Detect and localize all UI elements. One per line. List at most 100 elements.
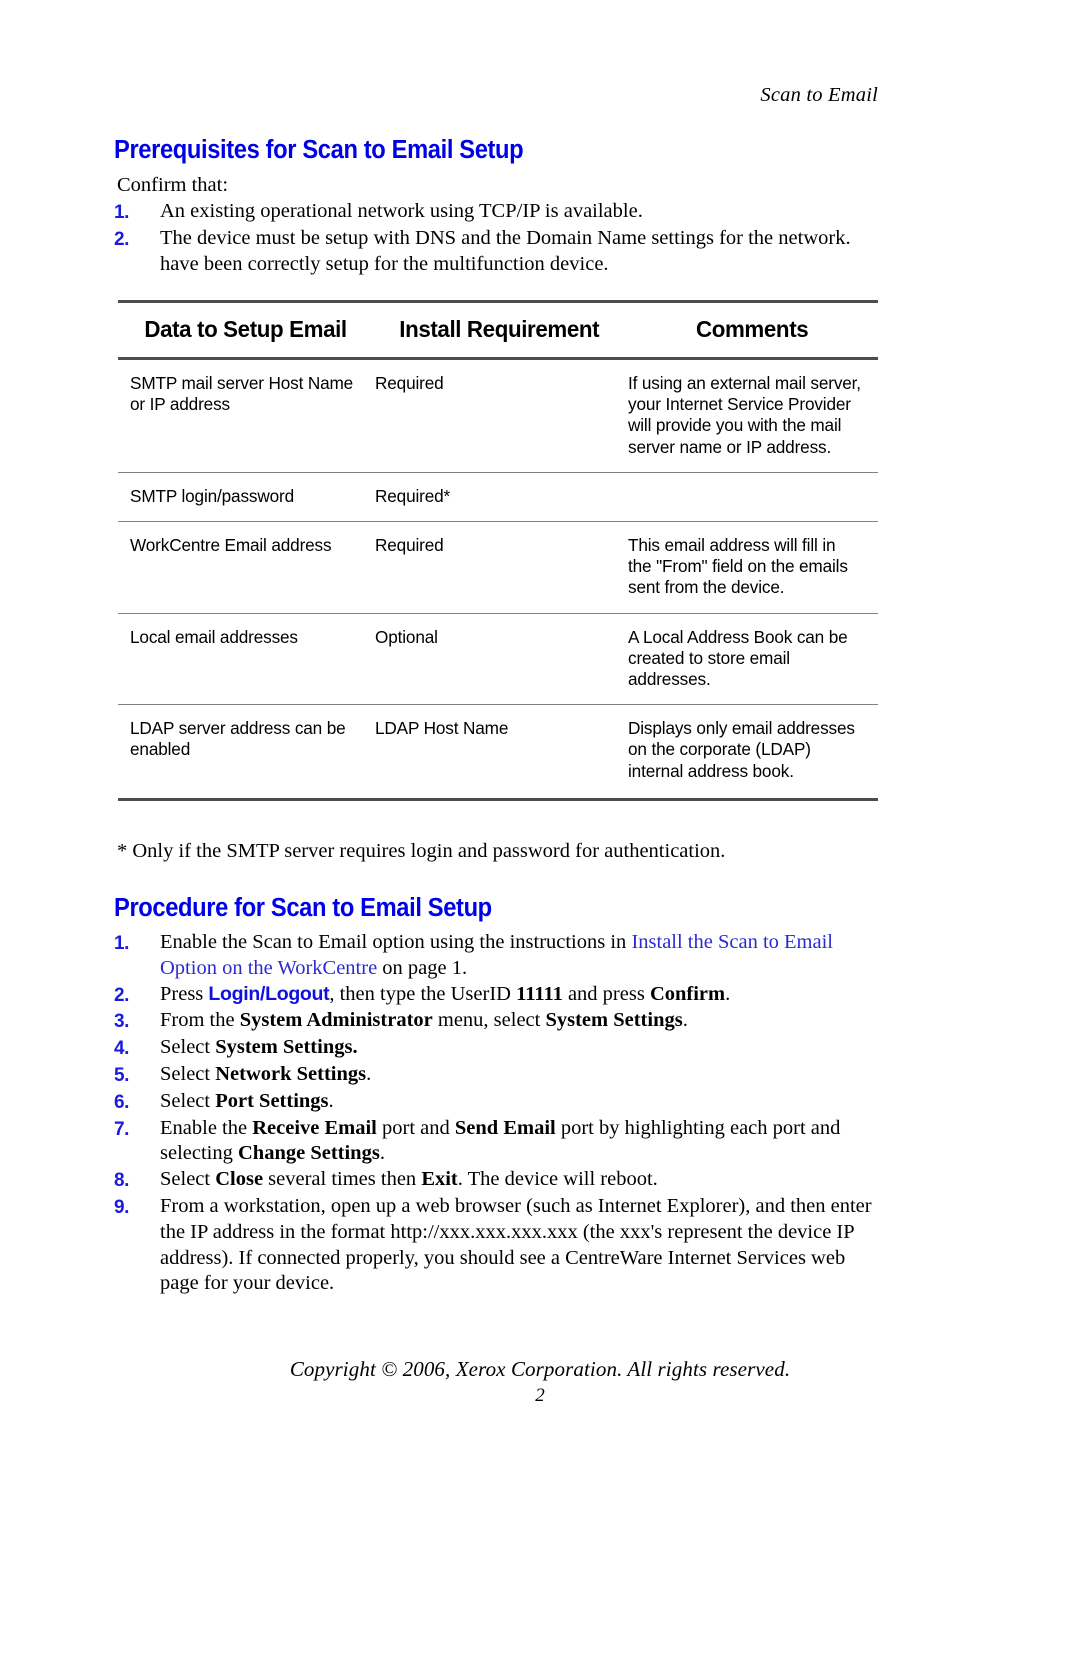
procedure-step-5: 5. Select Network Settings. (114, 1062, 886, 1089)
ui-value-userid: 11111 (516, 982, 563, 1005)
table-body: SMTP mail server Host Name or IP address… (118, 358, 878, 801)
section-heading-prerequisites: Prerequisites for Scan to Email Setup (114, 136, 524, 164)
ui-menu-system-settings: System Settings (545, 1009, 683, 1032)
step-text-part: Enable the (160, 1116, 253, 1139)
list-marker: 4. (114, 1038, 129, 1060)
step-text-part: , then type the UserID (329, 982, 517, 1005)
step-text-part: Select (160, 1062, 216, 1085)
table-header-row: Data to Setup Email Install Requirement … (118, 300, 878, 360)
prerequisites-intro: Confirm that: (117, 174, 229, 196)
cell-requirement: Required (373, 358, 626, 473)
cell-requirement: LDAP Host Name (373, 704, 626, 801)
list-item: 2. The device must be setup with DNS and… (114, 226, 886, 278)
procedure-step-text: Select System Settings. (160, 1035, 886, 1061)
step-text-part: menu, select (432, 1009, 546, 1032)
column-header-label: Install Requirement (399, 316, 600, 342)
table-header: Data to Setup Email Install Requirement … (118, 300, 878, 360)
procedure-step-text: From a workstation, open up a web browse… (160, 1194, 872, 1295)
procedure-step-4: 4. Select System Settings. (114, 1035, 886, 1062)
list-marker: 5. (114, 1064, 129, 1086)
step-text-part: several times then (263, 1168, 422, 1191)
setup-data-table-container: Data to Setup Email Install Requirement … (118, 300, 878, 801)
list-marker: 9. (114, 1196, 129, 1218)
list-marker: 1. (114, 202, 129, 223)
step-text-part: . (379, 1142, 385, 1165)
footer-page-number: 2 (535, 1385, 545, 1406)
step-text-part: Select (160, 1089, 216, 1112)
step-text-part: on page 1. (377, 956, 468, 979)
step-text-part: . (366, 1062, 372, 1085)
procedure-step-text: From the System Administrator menu, sele… (160, 1008, 886, 1034)
running-header: Scan to Email (760, 84, 878, 106)
cell-comments: This email address will fill in the "Fro… (626, 521, 878, 614)
ui-button-close: Close (215, 1168, 264, 1191)
procedure-step-8: 8. Select Close several times then Exit.… (114, 1167, 886, 1194)
procedure-step-text: Select Network Settings. (160, 1062, 886, 1088)
list-item-text: The device must be setup with DNS and th… (160, 226, 851, 275)
column-header-data-to-setup-email: Data to Setup Email (118, 300, 373, 360)
cell-data: SMTP login/password (118, 472, 373, 523)
step-text-part: Enable the Scan to Email option using th… (160, 931, 632, 953)
table-row: SMTP login/password Required* (118, 472, 878, 523)
ui-menu-port-settings: Port Settings (215, 1089, 329, 1112)
procedure-step-9: 9. From a workstation, open up a web bro… (114, 1194, 886, 1297)
step-text-part: . (725, 982, 731, 1005)
ui-key-login-logout: Login/Logout (208, 982, 330, 1005)
cell-requirement: Required (373, 521, 626, 614)
ui-button-confirm: Confirm (649, 982, 726, 1005)
table-row: WorkCentre Email address Required This e… (118, 521, 878, 614)
list-marker: 1. (114, 933, 129, 954)
ui-menu-system-administrator: System Administrator (239, 1009, 433, 1032)
ui-port-receive-email: Receive Email (252, 1116, 377, 1139)
table-footnote: * Only if the SMTP server requires login… (117, 840, 726, 862)
cell-comments: A Local Address Book can be created to s… (626, 613, 878, 706)
setup-data-table: Data to Setup Email Install Requirement … (118, 300, 878, 801)
list-item-text: An existing operational network using TC… (160, 200, 643, 222)
column-header-label: Comments (695, 316, 809, 342)
document-page: Scan to Email Prerequisites for Scan to … (0, 0, 1080, 1669)
procedure-step-text: Enable the Scan to Email option using th… (160, 930, 886, 982)
step-text-part: port and (376, 1116, 455, 1139)
step-text-part: Select (160, 1036, 216, 1059)
list-marker: 8. (114, 1170, 129, 1192)
ui-port-send-email: Send Email (454, 1116, 556, 1139)
ui-button-change-settings: Change Settings (238, 1142, 380, 1165)
step-text-part: Select (160, 1168, 216, 1191)
list-marker: 2. (114, 228, 129, 250)
procedure-step-text: Select Port Settings. (160, 1089, 886, 1115)
cell-requirement: Required* (373, 472, 626, 523)
procedure-step-1: 1. Enable the Scan to Email option using… (114, 930, 886, 982)
column-header-comments: Comments (626, 300, 878, 360)
table-row: LDAP server address can be enabled LDAP … (118, 704, 878, 801)
procedure-step-6: 6. Select Port Settings. (114, 1089, 886, 1116)
procedure-step-text: Enable the Receive Email port and Send E… (160, 1116, 886, 1168)
list-marker: 6. (114, 1091, 129, 1113)
procedure-list: 1. Enable the Scan to Email option using… (114, 930, 886, 1297)
cell-requirement: Optional (373, 613, 626, 706)
step-text-part: . (682, 1009, 688, 1032)
procedure-step-text: Select Close several times then Exit. Th… (160, 1167, 886, 1193)
cell-comments (626, 472, 878, 523)
step-text-part: From the (160, 1009, 240, 1032)
step-text-part: and press (562, 982, 650, 1005)
ui-menu-system-settings: System Settings. (215, 1036, 358, 1059)
procedure-step-text: Press Login/Logout, then type the UserID… (160, 982, 886, 1008)
column-header-label: Data to Setup Email (144, 316, 347, 342)
list-marker: 7. (114, 1118, 129, 1140)
list-marker: 2. (114, 984, 129, 1006)
procedure-step-2: 2. Press Login/Logout, then type the Use… (114, 982, 886, 1009)
footer-copyright: Copyright © 2006, Xerox Corporation. All… (289, 1357, 791, 1381)
cell-comments: If using an external mail server, your I… (626, 358, 878, 473)
cell-data: SMTP mail server Host Name or IP address (118, 358, 373, 473)
ui-menu-network-settings: Network Settings (215, 1062, 367, 1085)
list-marker: 3. (114, 1011, 129, 1033)
table-row: SMTP mail server Host Name or IP address… (118, 358, 878, 473)
step-text-part: . (328, 1089, 334, 1112)
section-heading-procedure: Procedure for Scan to Email Setup (114, 894, 492, 922)
step-text-part: Press (160, 982, 209, 1005)
cell-data: LDAP server address can be enabled (118, 704, 373, 801)
cell-comments: Displays only email addresses on the cor… (626, 704, 878, 801)
procedure-step-3: 3. From the System Administrator menu, s… (114, 1008, 886, 1035)
cell-data: Local email addresses (118, 613, 373, 706)
ui-button-exit: Exit (421, 1168, 458, 1191)
